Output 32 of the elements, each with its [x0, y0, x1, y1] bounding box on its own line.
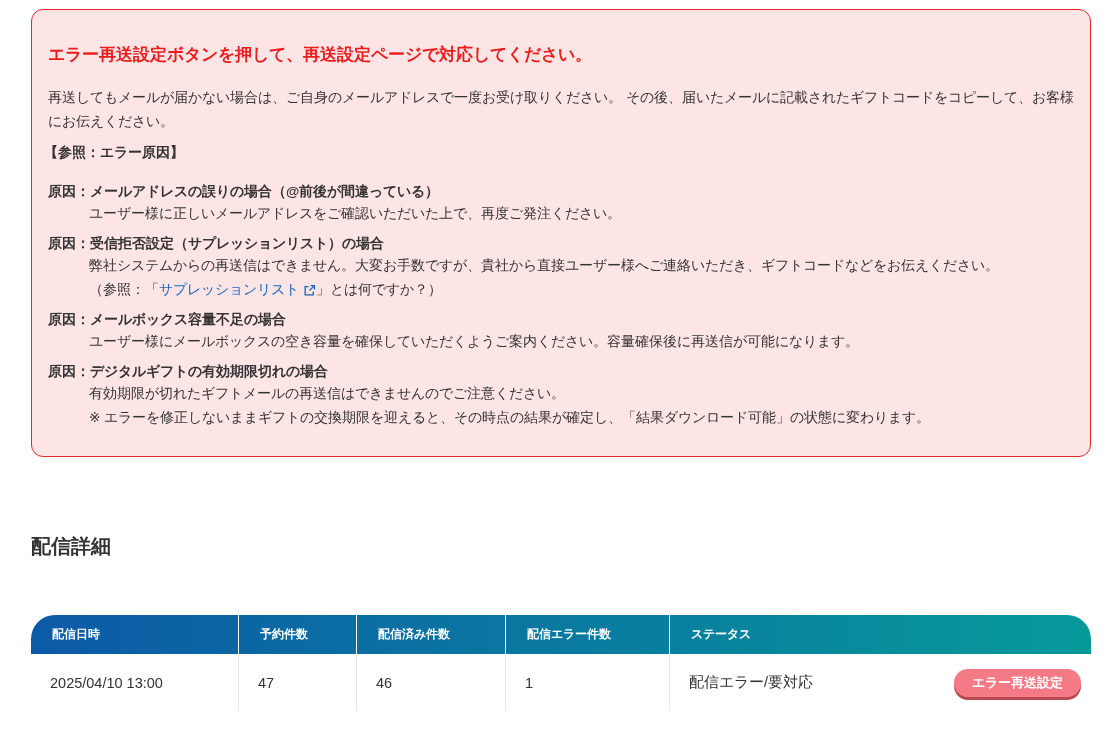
cause-detail: ユーザー様にメールボックスの空き容量を確保していただくようご案内ください。容量確保後に再送信が可能になります。 [88, 333, 860, 351]
external-link-icon [303, 283, 316, 297]
table-cell: 2025/04/10 13:00 [50, 674, 163, 691]
suppression-list-link[interactable]: サプレッションリスト [159, 278, 316, 302]
cause-label: 原因： [48, 235, 90, 253]
column-header: ステータス [669, 615, 1091, 654]
reference-heading: 【参照：エラー原因】 [44, 144, 185, 162]
cause-title: 受信拒否設定（サプレッションリスト）の場合 [90, 235, 384, 253]
reference-suffix: 」とは何ですか？） [316, 281, 442, 299]
cause-title: メールボックス容量不足の場合 [90, 311, 286, 329]
cause-detail: ※ エラーを修正しないままギフトの交換期限を迎えると、その時点の結果が確定し、「結果ダウンロード可能」の状態に変わります。 [88, 409, 932, 427]
cause-title: メールアドレスの誤りの場合（@前後が間違っている） [90, 183, 440, 201]
cause-label: 原因： [48, 183, 90, 201]
resend-settings-button[interactable]: エラー再送設定 [954, 668, 1081, 697]
table-cell: 47 [258, 674, 275, 691]
cause-label: 原因： [48, 363, 90, 381]
cause-label: 原因： [48, 311, 90, 329]
column-header: 配信エラー件数 [505, 615, 669, 654]
section-title: 配信詳細 [31, 534, 112, 559]
intro-text: 再送してもメールが届かない場合は、ご自身のメールアドレスで一度お受け取りください。 その後、届いたメールに記載されたギフトコードをコピーして、お客様にお伝えください。 [48, 89, 1074, 131]
table-cell: 配信エラー/要対応 [689, 673, 814, 692]
cause-detail: 有効期限が切れたギフトメールの再送信はできませんのでご注意ください。 [88, 385, 566, 403]
cause-title: デジタルギフトの有効期限切れの場合 [90, 363, 328, 381]
table-cell: 46 [376, 674, 393, 691]
cause-detail: ユーザー様に正しいメールアドレスをご確認いただいた上で、再度ご発注ください。 [88, 205, 622, 223]
column-header: 予約件数 [238, 615, 356, 654]
alert-title: エラー再送設定ボタンを押して、再送設定ページで対応してください。 [48, 44, 593, 65]
reference-prefix: （参照：「 [89, 281, 159, 299]
column-header: 配信日時 [31, 615, 238, 654]
cause-detail: 弊社システムからの再送信はできません。大変お手数ですが、貴社から直接ユーザー様へご連絡いただき、ギフトコードなどをお伝えください。 [88, 257, 1000, 275]
column-header: 配信済み件数 [356, 615, 505, 654]
table-cell: 1 [525, 674, 534, 691]
